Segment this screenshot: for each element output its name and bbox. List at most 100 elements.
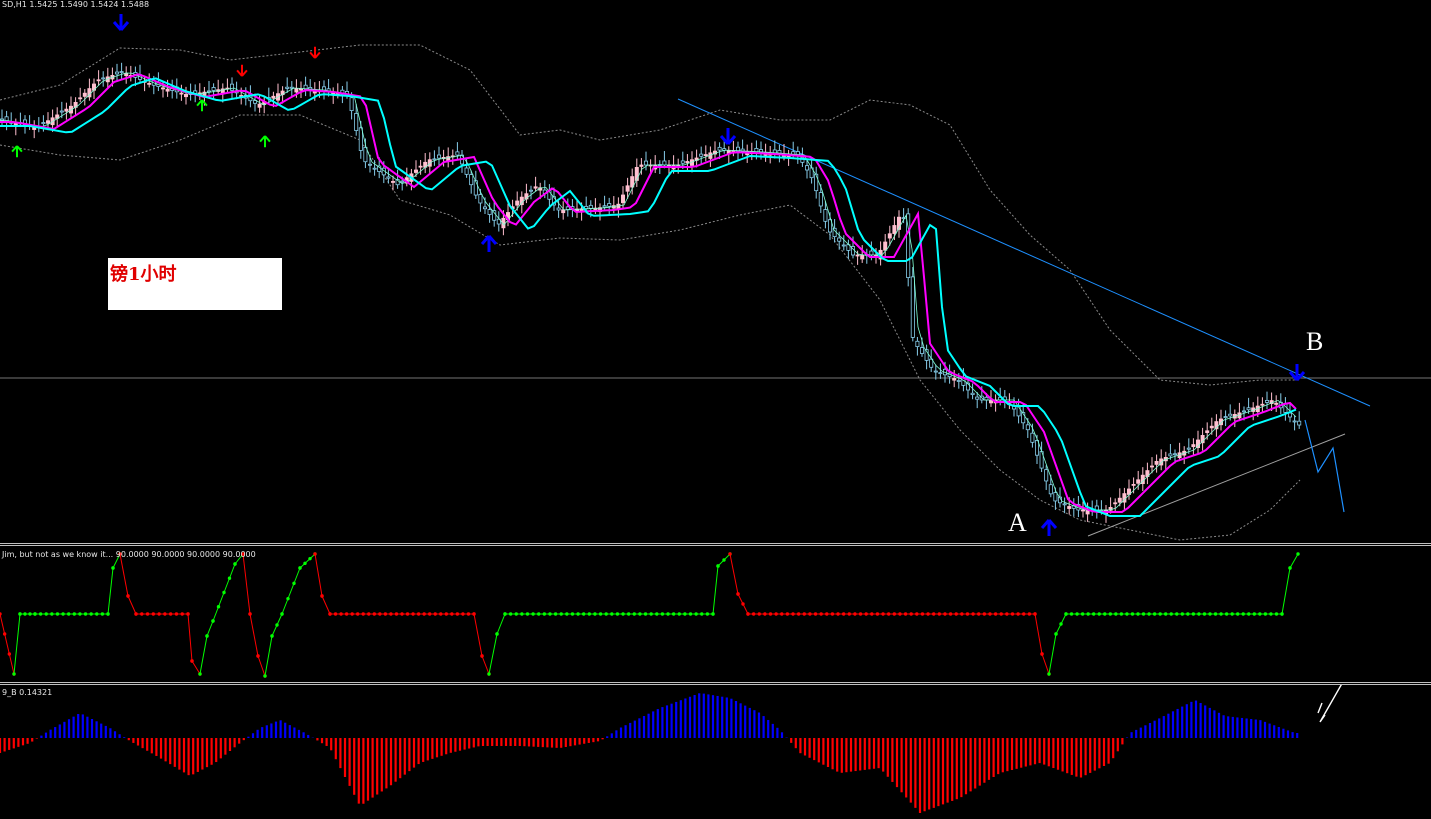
note-box: 镑1小时 (108, 258, 282, 310)
oscillator-dot (999, 612, 1003, 616)
candle-body (625, 185, 630, 192)
candle-body (685, 161, 690, 164)
oscillator-dot (1064, 612, 1068, 616)
candle-body (147, 82, 152, 85)
candle-body (634, 166, 639, 181)
oscillator-dot (774, 612, 778, 616)
oscillator-dot (1252, 612, 1257, 616)
resistance-trendline (677, 98, 1371, 407)
oscillator-dot (1202, 612, 1207, 616)
oscillator-dot (233, 562, 237, 566)
oscillator-dot (487, 672, 491, 676)
oscillator-dot (1197, 612, 1201, 616)
oscillator-segment (119, 553, 129, 597)
arrow-up-icon (259, 135, 271, 148)
oscillator-dot (405, 612, 410, 616)
candle-body (1274, 402, 1279, 405)
oscillator-dot (988, 612, 992, 616)
indicator2-canvas[interactable] (0, 685, 1431, 819)
pane-separator[interactable] (0, 543, 1431, 544)
oscillator-dot (0, 612, 2, 616)
candle-body (285, 86, 290, 89)
oscillator-dot (977, 612, 981, 616)
oscillator-dot (741, 602, 745, 606)
oscillator-segment (257, 655, 266, 677)
oscillator-dot (205, 634, 209, 638)
oscillator-dot (1163, 612, 1168, 616)
indicator1-canvas[interactable] (0, 546, 1431, 682)
candle-body (1242, 410, 1247, 413)
oscillator-segment (264, 635, 273, 677)
candle-body (565, 206, 570, 210)
candle-body (883, 241, 888, 251)
oscillator-dot (455, 612, 460, 616)
oscillator-dot (83, 612, 88, 616)
oscillator-dot (909, 612, 913, 616)
oscillator-dot (954, 612, 958, 616)
candle-body (975, 396, 980, 400)
candle-body (1062, 503, 1067, 506)
candle-body (717, 146, 722, 151)
oscillator-dot (1010, 612, 1015, 616)
oscillator-dot (841, 612, 846, 616)
candle-body (165, 88, 170, 92)
candle-body (455, 151, 460, 156)
oscillator-dot (615, 612, 620, 616)
candle-body (436, 154, 441, 159)
oscillator-dot (1258, 612, 1262, 616)
oscillator-dot (677, 612, 681, 616)
candle-body (607, 203, 612, 207)
oscillator-dot (339, 612, 343, 616)
arrow-up-icon (480, 235, 498, 252)
pane-separator[interactable] (0, 682, 1431, 683)
candle-body (837, 237, 842, 242)
price-chart-pane[interactable]: SD,H1 1.5425 1.5490 1.5424 1.5488 镑1小时 A… (0, 0, 1431, 543)
oscillator-dot (450, 612, 454, 616)
oscillator-dot (2, 632, 7, 636)
oscillator-dot (683, 612, 687, 616)
oscillator-dot (576, 612, 580, 616)
arrow-up-icon (196, 99, 208, 112)
candle-body (855, 254, 860, 257)
oscillator-dot (44, 612, 48, 616)
candle-body (115, 71, 120, 75)
candle-body (257, 103, 262, 108)
oscillator-dot (638, 612, 642, 616)
oscillator-dot (1054, 632, 1058, 636)
candle-body (519, 196, 524, 206)
oscillator-dot (298, 566, 302, 570)
oscillator-dot (1005, 612, 1009, 616)
oscillator-dot (542, 612, 547, 616)
oscillator-dot (825, 612, 829, 616)
candle-body (814, 173, 819, 192)
candle-body (473, 180, 478, 196)
oscillator-dot (746, 612, 750, 616)
oscillator-dot (751, 612, 756, 616)
candle-body (96, 79, 101, 82)
candle-body (805, 165, 810, 171)
oscillator-dot (1296, 552, 1300, 556)
arrow-down-icon (112, 14, 130, 31)
oscillator-dot (858, 612, 863, 616)
oscillator-segment (249, 613, 259, 657)
candle-body (1154, 460, 1159, 465)
oscillator-dot (1103, 612, 1107, 616)
oscillator-dot (757, 612, 761, 616)
oscillator-dot (190, 659, 194, 663)
oscillator-dot (126, 594, 130, 598)
candle-body (469, 174, 474, 186)
candle-body (533, 186, 538, 189)
oscillator-dot (1141, 612, 1146, 616)
indicator1-pane[interactable]: Jim, but not as we know it... 90.0000 90… (0, 546, 1431, 682)
indicator2-pane[interactable]: 9_B 0.14321 (0, 685, 1431, 819)
candle-body (639, 164, 644, 167)
oscillator-dot (12, 672, 16, 676)
oscillator-dot (7, 652, 12, 656)
oscillator-dot (971, 612, 975, 616)
oscillator-dot (763, 612, 767, 616)
oscillator-dot (948, 612, 953, 616)
oscillator-dot (313, 552, 317, 556)
oscillator-dot (1114, 612, 1118, 616)
oscillator-dot (559, 612, 563, 616)
oscillator-dot (960, 612, 964, 616)
